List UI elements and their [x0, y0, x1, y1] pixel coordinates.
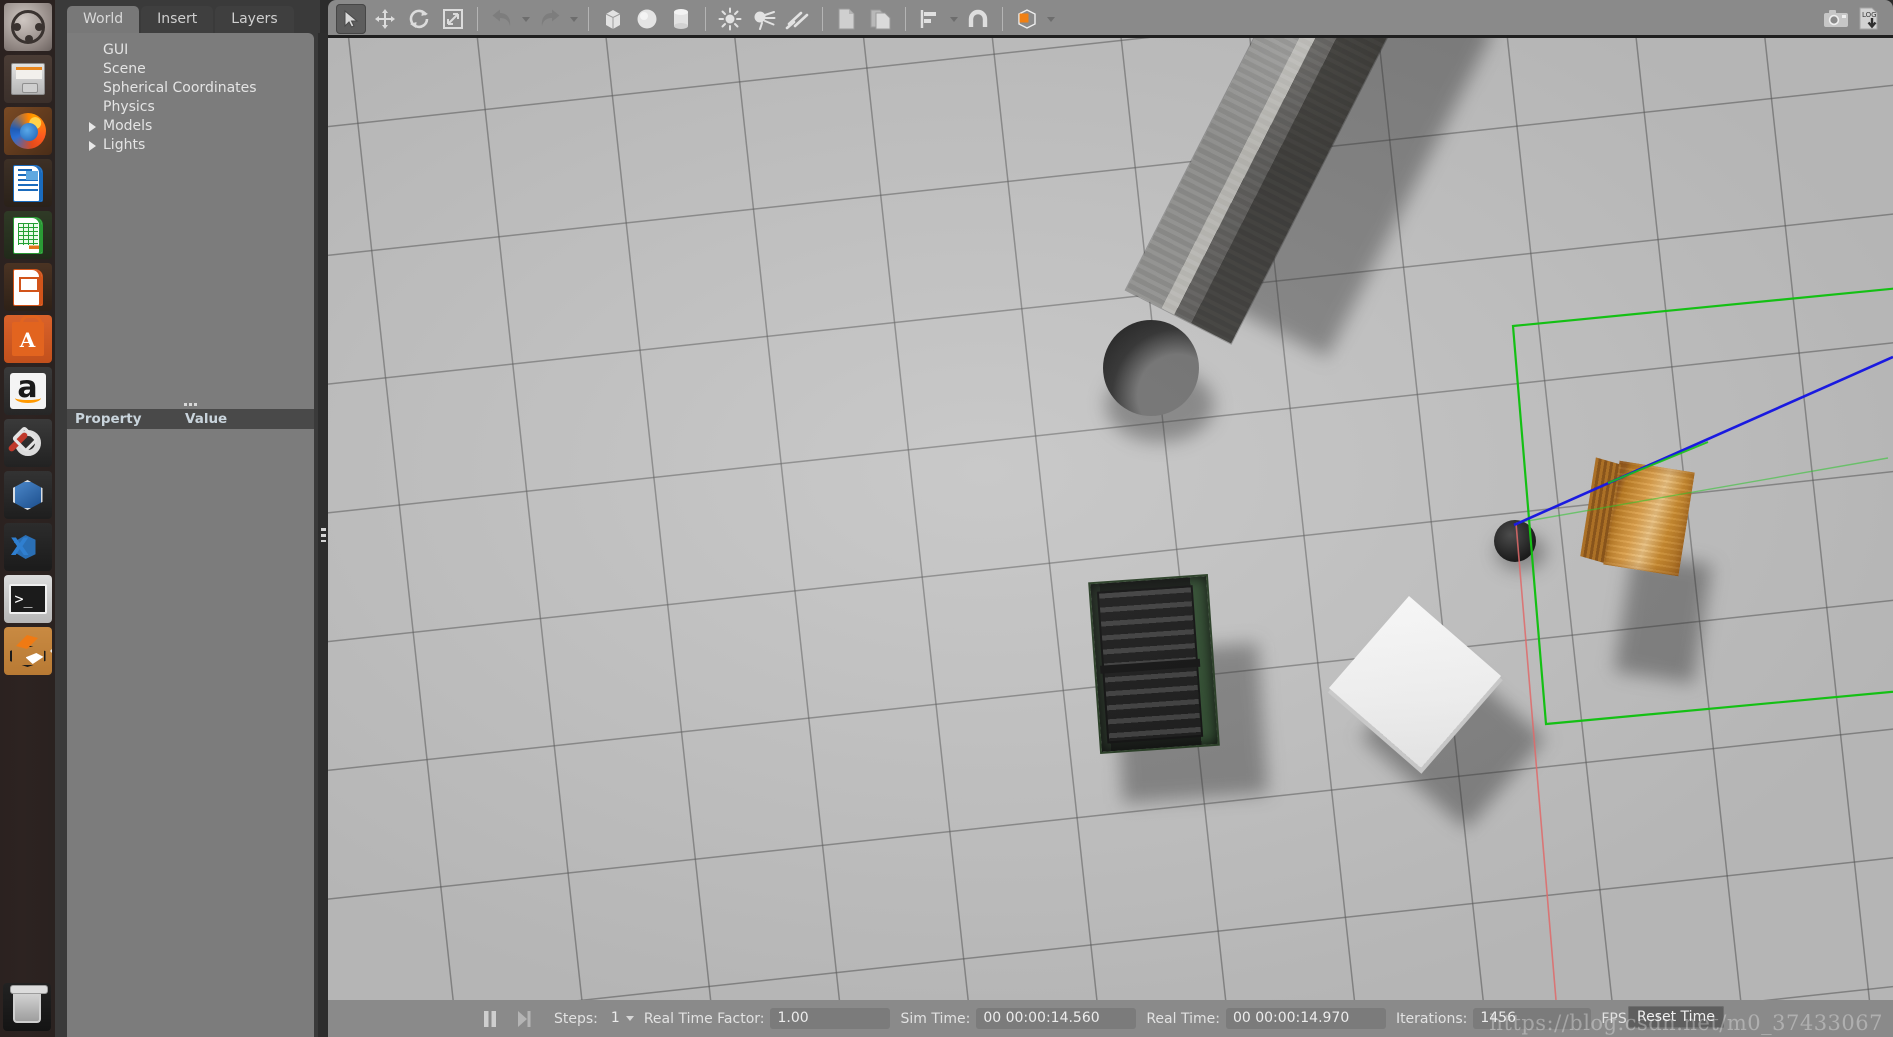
insert-cylinder-button[interactable]: [666, 4, 696, 34]
panel-viewport-splitter[interactable]: [318, 33, 328, 1037]
fps-label: FPS:: [1601, 1010, 1632, 1027]
value-column-header: Value: [185, 411, 228, 427]
toolbar-separator: [588, 7, 589, 31]
toolbar-separator: [905, 7, 906, 31]
toolbar-separator: [822, 7, 823, 31]
insert-spot-light-button[interactable]: [749, 4, 779, 34]
log-record-button[interactable]: LOG: [1855, 4, 1885, 34]
real-time-value: 00 00:00:14.970: [1225, 1008, 1386, 1029]
launcher-terminal-icon[interactable]: >_: [3, 575, 52, 623]
main-toolbar: LOG: [328, 0, 1893, 38]
tree-item-scene[interactable]: Scene: [83, 60, 314, 79]
launcher-ubuntu-software-icon[interactable]: [3, 315, 52, 363]
tree-item-physics[interactable]: Physics: [83, 98, 314, 117]
launcher-ubuntu-dash-icon[interactable]: [3, 3, 52, 51]
real-time-factor-value: 1.00: [770, 1008, 891, 1029]
steps-label: Steps:: [554, 1010, 598, 1027]
insert-point-light-button[interactable]: [715, 4, 745, 34]
view-angle-button[interactable]: [1012, 4, 1042, 34]
toolbar-right-group: LOG: [1819, 4, 1887, 34]
align-dropdown[interactable]: [947, 4, 961, 34]
insert-box-button[interactable]: [598, 4, 628, 34]
simulation-statusbar: Steps: 1 Real Time Factor: 1.00 Sim Time…: [328, 1000, 1893, 1037]
launcher-firefox-icon[interactable]: [3, 107, 52, 155]
translate-mode-button[interactable]: [370, 4, 400, 34]
scale-mode-button[interactable]: [438, 4, 468, 34]
launcher-amazon-icon[interactable]: [3, 367, 52, 415]
iterations-label: Iterations:: [1395, 1010, 1468, 1027]
tree-item-models[interactable]: Models: [83, 117, 314, 136]
launcher-trash-icon[interactable]: [3, 983, 51, 1031]
redo-history-dropdown[interactable]: [567, 4, 581, 34]
toolbar-separator: [477, 7, 478, 31]
world-panel: World Insert Layers GUI Scene Spherical …: [55, 0, 320, 1037]
ammo-crate-object[interactable]: [1088, 574, 1220, 754]
steps-dropdown-icon[interactable]: [625, 1016, 634, 1021]
screenshot-button[interactable]: [1821, 4, 1851, 34]
gazebo-window: >_ World Insert Layers GUI Scene Spheric…: [0, 0, 1893, 1037]
property-splitter-handle[interactable]: [67, 399, 314, 409]
wooden-box-object[interactable]: [1580, 457, 1695, 577]
tree-item-gui[interactable]: GUI: [83, 41, 314, 60]
tab-insert[interactable]: Insert: [141, 6, 214, 33]
property-table-body[interactable]: [67, 429, 314, 1037]
property-table-header: Property Value: [67, 409, 314, 429]
step-forward-button[interactable]: [510, 1005, 538, 1033]
property-column-header: Property: [75, 411, 142, 427]
redo-button[interactable]: [535, 4, 565, 34]
panel-tabbar: World Insert Layers: [55, 0, 320, 33]
insert-sphere-button[interactable]: [632, 4, 662, 34]
robot-puck-object[interactable]: [1494, 520, 1536, 562]
copy-button[interactable]: [832, 4, 862, 34]
steps-value[interactable]: 1: [604, 1008, 622, 1029]
panel-body: GUI Scene Spherical Coordinates Physics …: [67, 33, 314, 1037]
dark-sphere-object[interactable]: [1103, 320, 1199, 416]
tree-item-spherical-coordinates[interactable]: Spherical Coordinates: [83, 79, 314, 98]
select-mode-button[interactable]: [336, 4, 366, 34]
undo-button[interactable]: [487, 4, 517, 34]
tree-item-lights[interactable]: Lights: [83, 136, 314, 155]
toolbar-separator: [705, 7, 706, 31]
rotate-mode-button[interactable]: [404, 4, 434, 34]
snap-button[interactable]: [963, 4, 993, 34]
paste-button[interactable]: [866, 4, 896, 34]
tab-world[interactable]: World: [67, 6, 140, 33]
sim-time-label: Sim Time:: [900, 1010, 971, 1027]
insert-directional-light-button[interactable]: [783, 4, 813, 34]
launcher-libreoffice-writer-icon[interactable]: [3, 159, 52, 207]
tab-layers[interactable]: Layers: [215, 6, 294, 33]
launcher-vscode-icon[interactable]: [3, 523, 52, 571]
unity-launcher: >_: [0, 0, 55, 1037]
launcher-gazebo-icon[interactable]: [3, 627, 52, 675]
launcher-libreoffice-calc-icon[interactable]: [3, 211, 52, 259]
launcher-files-icon[interactable]: [3, 55, 52, 103]
sim-time-value: 00 00:00:14.560: [976, 1008, 1137, 1029]
launcher-system-settings-icon[interactable]: [3, 419, 52, 467]
align-button[interactable]: [915, 4, 945, 34]
iterations-value: 1456: [1473, 1008, 1592, 1029]
reset-time-button[interactable]: Reset Time: [1628, 1006, 1724, 1028]
launcher-virtualbox-icon[interactable]: [3, 471, 52, 519]
launcher-libreoffice-impress-icon[interactable]: [3, 263, 52, 311]
svg-text:LOG: LOG: [1862, 11, 1877, 19]
pause-button[interactable]: [476, 1005, 504, 1033]
render-viewport[interactable]: [328, 38, 1893, 1000]
toolbar-separator: [1002, 7, 1003, 31]
undo-history-dropdown[interactable]: [519, 4, 533, 34]
real-time-label: Real Time:: [1146, 1010, 1220, 1027]
real-time-factor-label: Real Time Factor:: [643, 1010, 765, 1027]
world-tree: GUI Scene Spherical Coordinates Physics …: [67, 33, 314, 155]
view-angle-dropdown[interactable]: [1044, 4, 1058, 34]
